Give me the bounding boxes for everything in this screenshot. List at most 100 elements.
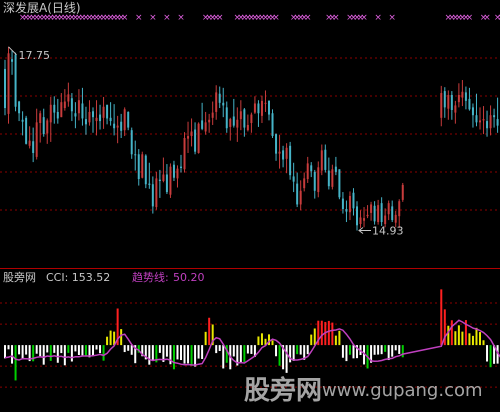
cci-bar [102, 345, 105, 361]
candle [53, 96, 56, 124]
candle [246, 114, 249, 132]
candle [496, 97, 499, 133]
candle [102, 96, 105, 129]
candle-body [165, 174, 168, 193]
candle-body [106, 104, 109, 119]
candle [387, 200, 390, 221]
candle [391, 200, 394, 223]
candle-body [373, 205, 376, 222]
candle-body [275, 134, 278, 154]
candle-body [183, 138, 186, 170]
cci-bar [18, 345, 21, 355]
cci-bar [377, 345, 380, 355]
candle-body [42, 117, 45, 135]
cci-bar [21, 345, 24, 359]
candle-body [496, 119, 499, 126]
cci-bar [130, 345, 133, 355]
cci-bar [327, 320, 330, 346]
candle-body [257, 103, 260, 114]
candle [14, 52, 17, 112]
candle [148, 162, 151, 189]
candle [482, 106, 485, 135]
candle-body [172, 164, 175, 178]
cci-bar [306, 345, 309, 355]
candle-body [56, 111, 59, 119]
cci-bar [70, 345, 73, 362]
candle-body [236, 119, 239, 128]
candle [130, 127, 133, 159]
candle-body [292, 176, 295, 182]
candle [21, 111, 24, 136]
chart-window: × × × × × × × × × × × × × × × × × × × × × × × × × × × × × × × × × × × × × × × ×… [0, 0, 500, 412]
candle-body [18, 101, 21, 114]
candle-body [187, 136, 190, 139]
cci-bar [95, 345, 98, 350]
cci-bar [190, 345, 193, 366]
candle [278, 134, 281, 169]
cci-bar [106, 336, 109, 346]
candle [366, 205, 369, 219]
candle [489, 105, 492, 136]
candle-body [84, 119, 87, 125]
candle [49, 96, 52, 142]
candle-body [285, 147, 288, 159]
candle-body [454, 105, 457, 113]
candle [239, 100, 242, 131]
candle-body [144, 155, 147, 185]
cci-bar [74, 345, 77, 352]
candle [306, 156, 309, 183]
cci-bar [53, 345, 56, 353]
candle [106, 104, 109, 125]
candle [70, 93, 73, 122]
candle-body [268, 100, 270, 115]
candle [461, 80, 464, 107]
candle [359, 210, 362, 228]
cci-bar [215, 345, 218, 354]
candle-body [60, 102, 63, 118]
cci-bar [331, 322, 334, 346]
candle [190, 118, 193, 147]
candle [176, 165, 179, 188]
cci-bar [81, 345, 84, 356]
candle-body [239, 111, 242, 120]
candle [215, 85, 218, 120]
candle-body [306, 163, 309, 180]
candle [88, 100, 91, 126]
day-marker: × [388, 13, 396, 23]
cci-bar [250, 345, 253, 354]
candle [310, 162, 313, 178]
candle-body [377, 205, 380, 223]
cci-bar [165, 345, 168, 357]
cci-bar [275, 345, 278, 357]
candle [380, 197, 383, 226]
cci-bar [352, 345, 355, 359]
cci-bar [222, 345, 225, 369]
cci-bar [334, 335, 337, 346]
day-marker: × [272, 13, 280, 23]
cci-bar [310, 334, 313, 346]
subchart-name: 股旁网 [3, 271, 36, 284]
day-marker: × [135, 13, 143, 23]
cci-bar [77, 345, 80, 355]
candle [289, 141, 292, 180]
candle [84, 106, 87, 135]
candle [137, 149, 140, 186]
candle [127, 111, 130, 131]
cci-bar [46, 345, 49, 353]
candle [401, 182, 404, 202]
cci-bar [183, 345, 186, 364]
candle-body [92, 111, 94, 118]
candle-body [32, 141, 35, 153]
candle-body [25, 117, 28, 144]
candle [373, 201, 376, 225]
cci-readout: CCI: 153.52 [46, 271, 111, 284]
candle-body [334, 166, 337, 172]
candle-body [348, 195, 351, 213]
candle [7, 46, 10, 124]
candle [77, 89, 80, 121]
candle-body [271, 113, 274, 137]
day-marker: × [163, 13, 171, 23]
candle [35, 108, 38, 160]
candle-body [464, 92, 467, 101]
candle-body [208, 119, 211, 123]
